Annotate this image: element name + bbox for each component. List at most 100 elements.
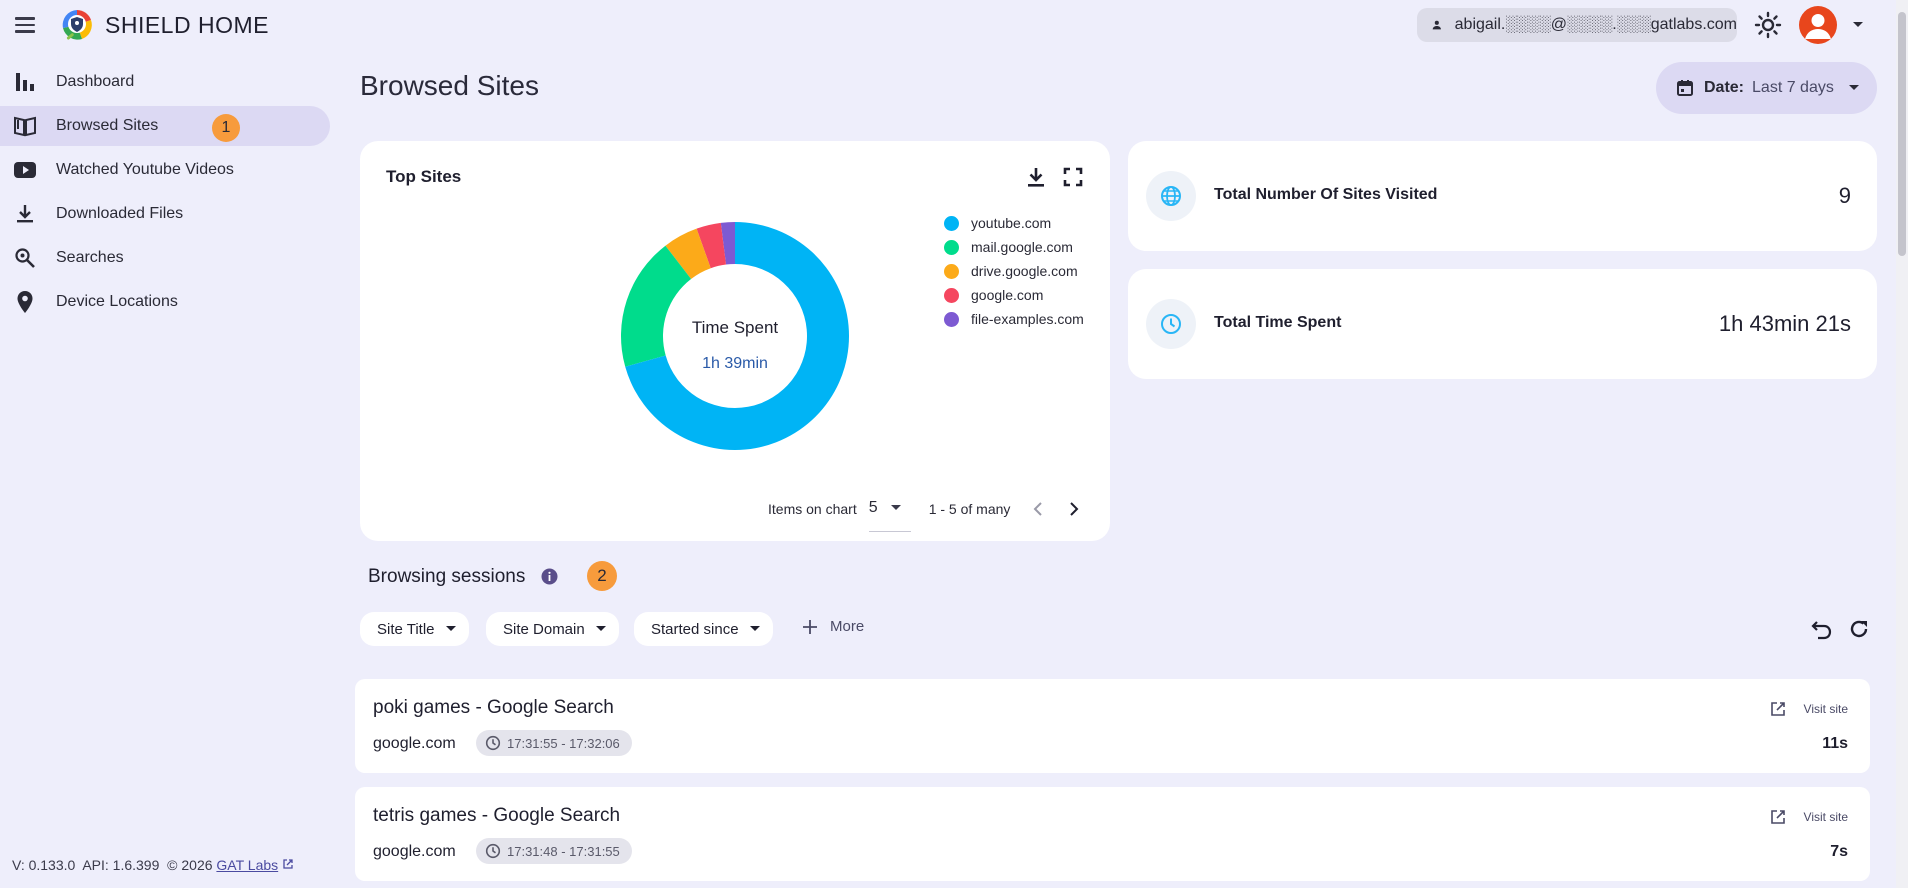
visit-site-label: Visit site <box>1803 702 1848 716</box>
filter-site-title[interactable]: Site Title <box>360 612 469 646</box>
date-filter-button[interactable]: Date: Last 7 days <box>1656 62 1877 114</box>
visit-site-label: Visit site <box>1803 810 1848 824</box>
filter-site-domain[interactable]: Site Domain <box>486 612 619 646</box>
legend-dot <box>944 287 959 303</box>
chart-pager: Items on chart 5 1 - 5 of many <box>768 485 1080 532</box>
legend-dot <box>944 311 959 327</box>
download-chart-icon[interactable] <box>1026 167 1046 194</box>
session-row[interactable]: poki games - Google Search google.com 17… <box>355 679 1870 773</box>
browsing-sessions-title: Browsing sessions <box>368 566 526 587</box>
gat-labs-link[interactable]: GAT Labs <box>216 857 278 873</box>
account-menu-caret-icon[interactable] <box>1851 17 1865 35</box>
legend-label: youtube.com <box>971 215 1052 231</box>
items-on-chart-value: 5 <box>868 499 878 516</box>
chevron-down-icon <box>890 505 901 510</box>
date-filter-label: Date: <box>1704 79 1745 96</box>
book-icon <box>12 113 38 139</box>
session-time-chip: 17:31:55 - 17:32:06 <box>476 730 632 756</box>
more-filters-button[interactable]: More <box>802 618 864 635</box>
legend-item[interactable]: mail.google.com <box>944 235 1084 259</box>
legend-label: drive.google.com <box>971 263 1078 279</box>
user-email: abigail.░░░░@░░░░.░░░gatlabs.com <box>1454 16 1737 33</box>
sidebar-item-watched-youtube-videos[interactable]: Watched Youtube Videos <box>0 150 330 190</box>
clock-icon <box>485 735 501 751</box>
clock-icon <box>1146 299 1196 349</box>
donut-center-value: 1h 39min <box>702 355 768 372</box>
session-title: poki games - Google Search <box>373 697 614 718</box>
shield-logo-icon <box>60 8 94 42</box>
refresh-icon[interactable] <box>1848 618 1870 645</box>
search-icon <box>12 245 38 271</box>
sidebar-item-label: Downloaded Files <box>56 205 184 222</box>
session-time-chip: 17:31:48 - 17:31:55 <box>476 838 632 864</box>
sidebar-item-label: Dashboard <box>56 73 135 90</box>
bar-chart-icon <box>12 69 38 95</box>
avatar[interactable] <box>1799 6 1837 44</box>
total-time-value: 1h 43min 21s <box>1718 311 1851 336</box>
external-link-icon <box>283 859 293 869</box>
user-account-pill[interactable]: abigail.░░░░@░░░░.░░░gatlabs.com <box>1417 8 1737 42</box>
sidebar-item-downloaded-files[interactable]: Downloaded Files <box>0 194 330 234</box>
legend-label: google.com <box>971 287 1044 303</box>
total-sites-value: 9 <box>1838 183 1851 208</box>
external-link-icon <box>1770 702 1785 716</box>
menu-icon[interactable] <box>12 13 38 37</box>
chevron-right-icon[interactable] <box>1068 501 1080 517</box>
sidebar-item-browsed-sites[interactable]: Browsed Sites 1 <box>0 106 330 146</box>
session-time: 17:31:55 - 17:32:06 <box>507 735 620 751</box>
session-duration: 7s <box>1830 843 1848 860</box>
filter-label: Started since <box>651 620 739 638</box>
sidebar: Dashboard Browsed Sites 1 Watched Youtub… <box>0 60 335 326</box>
chevron-down-icon <box>595 626 606 631</box>
sidebar-item-searches[interactable]: Searches <box>0 238 330 278</box>
filter-started-since[interactable]: Started since <box>634 612 773 646</box>
more-filters-label: More <box>830 618 865 635</box>
legend-label: mail.google.com <box>971 239 1073 255</box>
page-scrollbar[interactable] <box>1896 0 1908 888</box>
person-icon <box>1432 20 1441 30</box>
donut-center-label: Time Spent <box>692 318 779 337</box>
session-row[interactable]: tetris games - Google Search google.com … <box>355 787 1870 881</box>
items-on-chart-label: Items on chart <box>768 500 857 517</box>
chevron-down-icon <box>749 626 760 631</box>
session-domain: google.com <box>373 843 456 860</box>
chevron-left-icon[interactable] <box>1032 501 1044 517</box>
info-icon[interactable] <box>541 568 558 590</box>
items-on-chart-select[interactable]: 5 <box>868 499 911 532</box>
external-link-icon <box>1770 810 1785 824</box>
app-version: V: 0.133.0 <box>12 857 76 873</box>
total-sites-card: Total Number Of Sites Visited 9 <box>1128 141 1877 251</box>
filter-label: Site Domain <box>503 620 585 638</box>
visit-site-link[interactable]: Visit site <box>1770 809 1848 825</box>
session-time: 17:31:48 - 17:31:55 <box>507 843 620 859</box>
download-icon <box>12 201 38 227</box>
step-badge: 2 <box>587 561 617 591</box>
legend-item[interactable]: file-examples.com <box>944 307 1084 331</box>
legend-dot <box>944 239 959 255</box>
legend-item[interactable]: drive.google.com <box>944 259 1084 283</box>
legend-item[interactable]: google.com <box>944 283 1084 307</box>
top-sites-title: Top Sites <box>386 167 462 186</box>
legend-item[interactable]: youtube.com <box>944 211 1084 235</box>
clock-icon <box>485 843 501 859</box>
copyright: © 2026 <box>167 857 213 873</box>
scrollbar-thumb[interactable] <box>1898 12 1906 256</box>
filter-label: Site Title <box>377 620 435 638</box>
sidebar-item-label: Watched Youtube Videos <box>56 161 234 178</box>
fullscreen-icon[interactable] <box>1063 167 1083 192</box>
version-footer: V: 0.133.0 API: 1.6.399 © 2026 GAT Labs <box>12 857 294 873</box>
sidebar-item-device-locations[interactable]: Device Locations <box>0 282 330 322</box>
date-filter-value: Last 7 days <box>1752 79 1834 96</box>
top-bar: SHIELD HOME abigail.░░░░@░░░░.░░░gatlabs… <box>0 0 1908 50</box>
session-duration: 11s <box>1822 735 1848 752</box>
theme-toggle-sun-icon[interactable] <box>1753 10 1783 40</box>
visit-site-link[interactable]: Visit site <box>1770 701 1848 717</box>
sidebar-item-dashboard[interactable]: Dashboard <box>0 62 330 102</box>
page-title: Browsed Sites <box>360 70 539 101</box>
calendar-icon <box>1677 80 1693 96</box>
undo-icon[interactable] <box>1811 618 1833 645</box>
api-version: API: 1.6.399 <box>82 857 160 873</box>
location-pin-icon <box>12 289 38 315</box>
sidebar-item-label: Browsed Sites <box>56 117 159 134</box>
legend-dot <box>944 263 959 279</box>
